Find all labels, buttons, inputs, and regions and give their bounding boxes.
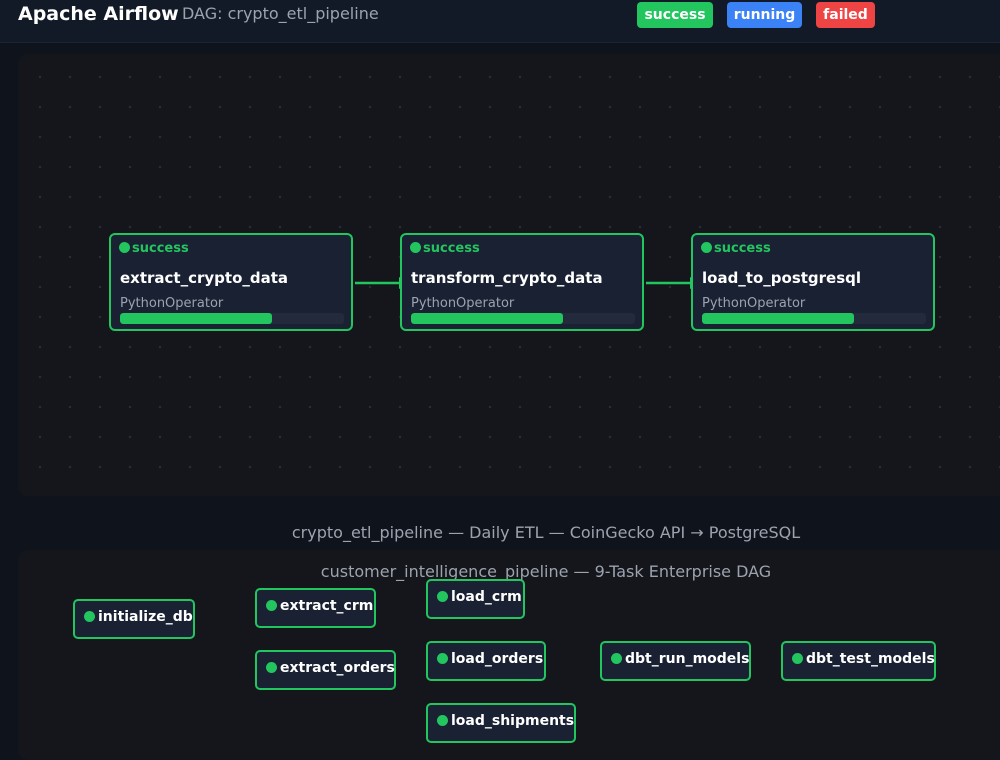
node-label: extract_crm [280,598,374,614]
top-bar: Apache Airflow DAG: crypto_etl_pipeline … [0,0,1000,43]
node-label: initialize_db [98,609,193,625]
node-label: load_orders [451,651,544,667]
status-dot-icon [701,242,712,253]
task-operator: PythonOperator [702,296,806,311]
node-label: load_crm [451,589,522,605]
node-initialize-db[interactable]: initialize_db [73,599,195,639]
task-status-label: success [423,241,480,256]
task-node-transform-crypto-data[interactable]: success transform_crypto_data PythonOper… [400,233,644,331]
node-load-orders[interactable]: load_orders [426,641,546,681]
task-progress-bar [120,313,344,324]
task-progress-fill [120,313,273,324]
node-extract-orders[interactable]: extract_orders [255,650,396,690]
status-dot-icon [437,653,448,664]
task-node-load-to-postgresql[interactable]: success load_to_postgresql PythonOperato… [691,233,935,331]
status-dot-icon [611,653,622,664]
task-name: extract_crypto_data [120,269,289,287]
status-dot-icon [437,591,448,602]
task-status: success [410,241,480,256]
task-status-label: success [714,241,771,256]
task-node-extract-crypto-data[interactable]: success extract_crypto_data PythonOperat… [109,233,353,331]
status-dot-icon [792,653,803,664]
task-progress-bar [411,313,635,324]
legend-failed-badge: failed [816,2,875,28]
legend-running-badge: running [727,2,802,28]
task-operator: PythonOperator [120,296,224,311]
node-label: dbt_run_models [625,651,750,667]
node-load-shipments[interactable]: load_shipments [426,703,576,743]
node-load-crm[interactable]: load_crm [426,579,525,619]
task-operator: PythonOperator [411,296,515,311]
dag-title: DAG: crypto_etl_pipeline [182,4,379,23]
task-name: transform_crypto_data [411,269,603,287]
status-dot-icon [266,662,277,673]
task-name: load_to_postgresql [702,269,862,287]
task-progress-fill [702,313,855,324]
status-dot-icon [119,242,130,253]
status-dot-icon [84,611,95,622]
node-label: dbt_test_models [806,651,935,667]
status-dot-icon [410,242,421,253]
task-status: success [119,241,189,256]
node-dbt-run-models[interactable]: dbt_run_models [600,641,751,681]
status-dot-icon [266,600,277,611]
pipeline-caption: crypto_etl_pipeline — Daily ETL — CoinGe… [291,523,801,542]
task-status-label: success [132,241,189,256]
node-label: extract_orders [280,660,395,676]
task-progress-fill [411,313,564,324]
task-status: success [701,241,771,256]
task-progress-bar [702,313,926,324]
node-label: load_shipments [451,713,575,729]
legend-success-badge: success [637,2,713,28]
node-dbt-test-models[interactable]: dbt_test_models [781,641,936,681]
status-dot-icon [437,715,448,726]
app-title: Apache Airflow [18,3,179,25]
node-extract-crm[interactable]: extract_crm [255,588,376,628]
